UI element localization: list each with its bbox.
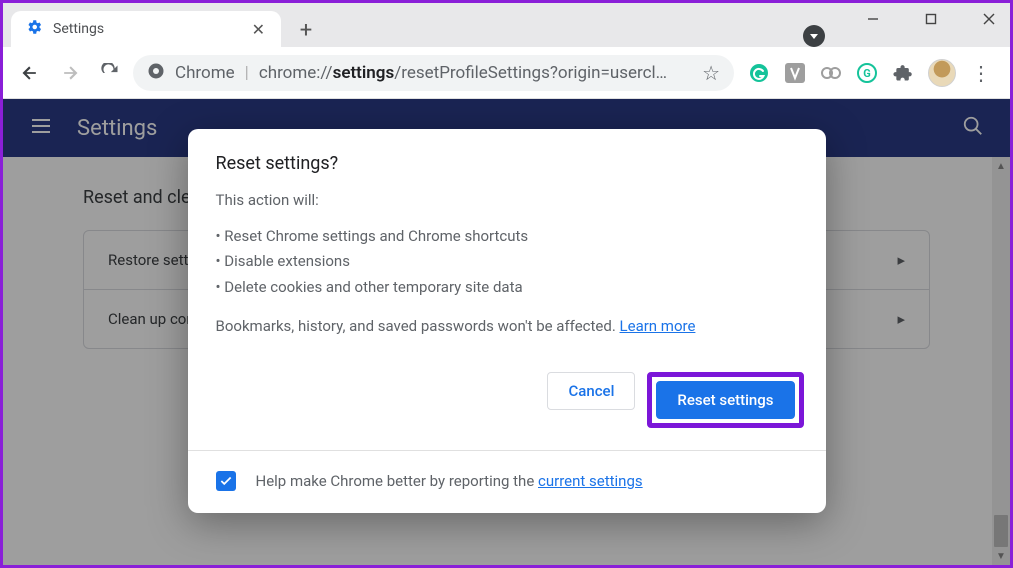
extension-pdf-icon[interactable] xyxy=(784,62,806,84)
forward-button[interactable] xyxy=(53,56,87,90)
maximize-button[interactable] xyxy=(916,5,946,33)
close-window-button[interactable] xyxy=(974,5,1004,33)
minimize-button[interactable] xyxy=(858,5,888,33)
current-settings-link[interactable]: current settings xyxy=(538,472,643,490)
close-tab-button[interactable]: ✕ xyxy=(244,20,273,39)
reload-button[interactable] xyxy=(93,56,127,90)
dialog-note: Bookmarks, history, and saved passwords … xyxy=(216,314,798,340)
new-tab-button[interactable]: + xyxy=(291,15,321,45)
browser-menu-button[interactable]: ⋮ xyxy=(970,62,992,84)
report-settings-label: Help make Chrome better by reporting the… xyxy=(256,472,643,490)
bookmark-star-icon[interactable]: ☆ xyxy=(702,61,720,85)
browser-tab[interactable]: Settings ✕ xyxy=(11,11,281,47)
profile-indicator-icon[interactable] xyxy=(803,25,825,47)
extension-link-icon[interactable] xyxy=(820,62,842,84)
dialog-bullets: • Reset Chrome settings and Chrome short… xyxy=(216,224,798,301)
cancel-button[interactable]: Cancel xyxy=(547,372,635,410)
settings-favicon-icon xyxy=(25,18,43,40)
dialog-intro: This action will: xyxy=(216,188,798,214)
tutorial-highlight: Reset settings xyxy=(647,372,803,428)
dialog-title: Reset settings? xyxy=(188,153,826,188)
url-text: Chrome | chrome://settings/resetProfileS… xyxy=(175,63,667,83)
learn-more-link[interactable]: Learn more xyxy=(620,317,696,335)
toolbar: Chrome | chrome://settings/resetProfileS… xyxy=(3,47,1010,99)
extensions-puzzle-icon[interactable] xyxy=(892,62,914,84)
avatar[interactable] xyxy=(928,59,956,87)
address-bar[interactable]: Chrome | chrome://settings/resetProfileS… xyxy=(133,55,734,91)
tab-title: Settings xyxy=(53,21,104,37)
reset-settings-dialog: Reset settings? This action will: • Rese… xyxy=(188,129,826,513)
reset-settings-button[interactable]: Reset settings xyxy=(656,381,794,419)
extension-g-icon[interactable]: G xyxy=(856,62,878,84)
back-button[interactable] xyxy=(13,56,47,90)
svg-text:G: G xyxy=(863,67,871,80)
extension-grammarly-icon[interactable] xyxy=(748,62,770,84)
report-settings-checkbox[interactable] xyxy=(216,471,236,491)
chrome-logo-icon xyxy=(147,62,165,84)
